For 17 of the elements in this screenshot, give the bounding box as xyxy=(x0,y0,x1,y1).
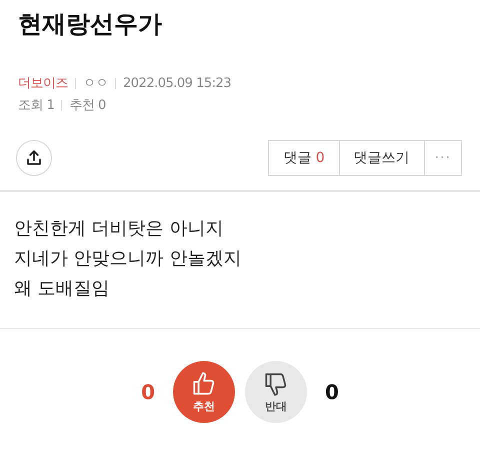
share-button[interactable] xyxy=(16,140,52,176)
post-text-line: 지네가 안맞으니까 안놀겠지 xyxy=(14,247,242,271)
post-text-line: 안친한게 더비탓은 아니지 xyxy=(14,217,224,241)
thumbs-up-icon xyxy=(191,370,217,396)
post-date: 2022.05.09 15:23 xyxy=(123,76,232,90)
author-name: ㅇㅇ xyxy=(83,75,108,92)
view-count: 조회 1 xyxy=(18,97,54,114)
board-link[interactable]: 더보이즈 xyxy=(18,74,68,92)
post-title: 현재랑선우가 xyxy=(17,9,163,40)
thumbs-down-icon xyxy=(263,370,289,396)
post-text-line: 왜 도배질임 xyxy=(14,277,111,301)
recommend-count: 추천 0 xyxy=(69,97,106,114)
oppose-button[interactable]: 반대 xyxy=(245,361,307,423)
recommend-button[interactable]: 추천 xyxy=(173,361,235,423)
vote-count: 0 xyxy=(141,380,155,404)
vote-count: 0 xyxy=(325,380,339,404)
share-icon xyxy=(25,149,43,167)
